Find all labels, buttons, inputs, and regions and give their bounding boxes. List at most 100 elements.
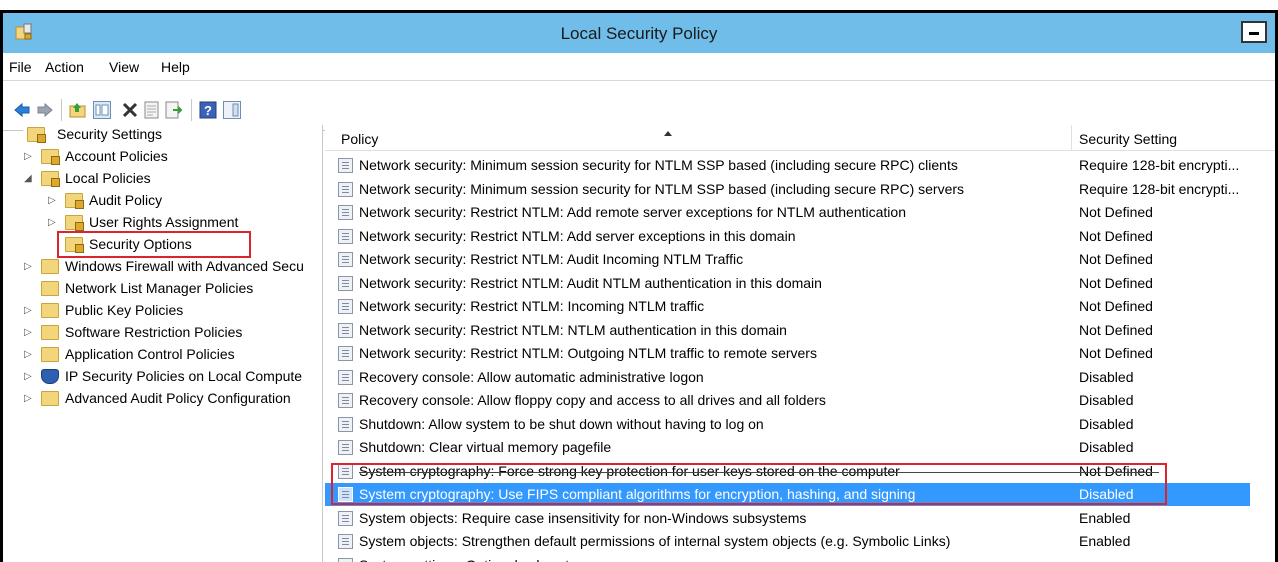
policy-setting-icon [338, 228, 353, 244]
policy-setting-icon [338, 275, 353, 291]
toolbar-separator [61, 99, 62, 121]
collapsed-arrow-icon[interactable]: ▷ [24, 327, 32, 338]
collapsed-arrow-icon[interactable]: ▷ [24, 371, 32, 382]
policy-setting-icon [338, 299, 353, 314]
local-security-policy-window: Local Security Policy File Action View H… [0, 10, 1278, 562]
sort-ascending-icon [664, 131, 672, 136]
policy-setting-icon [338, 416, 353, 432]
policy-name: Network security: Restrict NTLM: Incomin… [359, 298, 705, 314]
policy-setting-value: Disabled [1079, 368, 1134, 385]
expanded-arrow-icon[interactable]: ◢ [24, 173, 32, 184]
policy-name: Network security: Restrict NTLM: Outgoin… [359, 345, 817, 361]
policy-row[interactable]: Network security: Restrict NTLM: Add rem… [325, 201, 1250, 224]
policy-setting-value: Not Defined [1079, 298, 1153, 314]
back-arrow-icon[interactable] [13, 101, 31, 119]
policy-row[interactable]: Network security: Restrict NTLM: Audit I… [325, 248, 1250, 271]
menu-file[interactable]: File [9, 59, 32, 75]
menu-view[interactable]: View [109, 59, 139, 75]
delete-icon[interactable] [121, 101, 139, 119]
policy-row[interactable]: System settings: Optional subsystems [325, 554, 1250, 562]
policy-row[interactable]: Recovery console: Allow floppy copy and … [325, 389, 1250, 412]
folder-icon [41, 303, 59, 318]
collapsed-arrow-icon[interactable]: ▷ [48, 217, 56, 228]
help-icon[interactable]: ? [199, 101, 217, 119]
forward-arrow-icon[interactable] [36, 101, 54, 119]
policy-setting-value: Not Defined [1079, 321, 1153, 338]
show-hide-tree-icon[interactable] [93, 101, 111, 119]
policy-row[interactable]: Shutdown: Clear virtual memory pagefile D… [325, 436, 1250, 459]
column-divider[interactable] [1071, 125, 1072, 151]
policy-row[interactable]: Network security: Restrict NTLM: Outgoin… [325, 342, 1250, 365]
policy-name: Network security: Minimum session securi… [359, 157, 958, 173]
policy-row[interactable]: System objects: Require case insensitivi… [325, 507, 1250, 530]
column-header-policy[interactable]: Policy [341, 131, 378, 147]
tree-item-label: Account Policies [65, 148, 168, 164]
show-hide-action-pane-icon[interactable] [223, 101, 241, 119]
column-header-security-setting[interactable]: Security Setting [1079, 131, 1177, 147]
policy-row[interactable]: Network security: Restrict NTLM: Incomin… [325, 295, 1250, 318]
window-title: Local Security Policy [560, 24, 718, 43]
folder-icon [41, 281, 59, 296]
collapsed-arrow-icon[interactable]: ▷ [24, 349, 32, 360]
policy-setting-icon [338, 181, 353, 197]
title-bar[interactable]: Local Security Policy [3, 13, 1275, 53]
policy-name: Shutdown: Allow system to be shut down w… [359, 415, 764, 432]
policy-setting-value: Enabled [1079, 509, 1131, 526]
properties-icon[interactable] [143, 101, 161, 119]
tree-item-label: Windows Firewall with Advanced Secu [65, 258, 304, 274]
policy-name: System objects: Strengthen default permi… [359, 533, 951, 549]
menu-bar: File Action View Help [3, 53, 1275, 81]
secure-folder-icon [65, 215, 84, 231]
policy-setting-icon [338, 158, 353, 173]
policy-setting-icon [338, 510, 353, 526]
policy-name: Network security: Restrict NTLM: Add rem… [359, 204, 906, 220]
folder-icon [41, 325, 59, 340]
tree-item-label: Audit Policy [89, 192, 163, 208]
tree-item-label: Application Control Policies [65, 346, 235, 362]
tree-item-label: Network List Manager Policies [65, 280, 254, 296]
folder-icon [41, 259, 59, 274]
policy-name: Shutdown: Clear virtual memory pagefile [359, 439, 612, 455]
policy-setting-value: Disabled [1079, 392, 1134, 408]
folder-icon [41, 391, 59, 406]
collapsed-arrow-icon[interactable]: ▷ [48, 195, 56, 206]
policy-row[interactable]: Network security: Minimum session securi… [325, 178, 1250, 201]
policy-setting-icon [338, 252, 353, 267]
menu-help[interactable]: Help [161, 59, 190, 75]
collapsed-arrow-icon[interactable]: ▷ [24, 261, 32, 272]
minimize-icon [1249, 32, 1259, 35]
tree-item-label: User Rights Assignment [89, 214, 239, 230]
policy-setting-icon [338, 393, 353, 408]
policy-setting-value: Not Defined [1079, 204, 1153, 220]
policy-name: Network security: Restrict NTLM: Audit I… [359, 251, 744, 267]
policy-row[interactable]: Network security: Minimum session securi… [325, 154, 1250, 177]
policy-name: Recovery console: Allow floppy copy and … [359, 392, 826, 408]
policy-setting-icon [338, 440, 353, 455]
policy-setting-value: Disabled [1079, 415, 1134, 432]
policy-row[interactable]: Network security: Restrict NTLM: Add ser… [325, 225, 1250, 248]
navigation-tree[interactable]: Security Settings ▷ Account Policies ◢ Loca… [23, 125, 323, 562]
menu-action[interactable]: Action [45, 59, 84, 75]
policy-row[interactable]: System objects: Strengthen default permi… [325, 530, 1250, 553]
policy-name: Network security: Restrict NTLM: NTLM au… [359, 321, 787, 338]
collapsed-arrow-icon[interactable]: ▷ [24, 305, 32, 316]
policy-row[interactable]: Shutdown: Allow system to be shut down w… [325, 413, 1250, 436]
policy-setting-icon [338, 534, 353, 549]
secure-folder-icon [65, 193, 84, 209]
up-folder-icon[interactable] [69, 101, 87, 119]
secure-folder-icon [41, 149, 60, 165]
security-options-annotation-box [57, 231, 251, 258]
security-settings-icon [27, 127, 46, 143]
minimize-button[interactable] [1241, 21, 1267, 43]
collapsed-arrow-icon[interactable]: ▷ [24, 393, 32, 404]
policy-name: Network security: Restrict NTLM: Audit N… [359, 274, 822, 291]
policy-setting-icon [338, 557, 353, 562]
policy-setting-value: Require 128-bit encrypti... [1079, 180, 1240, 197]
policy-name: System settings: Optional subsystems [359, 557, 596, 562]
screen-top-strip [0, 0, 1278, 10]
policy-row[interactable]: Network security: Restrict NTLM: Audit N… [325, 272, 1250, 295]
export-list-icon[interactable] [165, 101, 183, 119]
collapsed-arrow-icon[interactable]: ▷ [24, 151, 32, 162]
policy-row[interactable]: Network security: Restrict NTLM: NTLM au… [325, 319, 1250, 342]
policy-row[interactable]: Recovery console: Allow automatic admini… [325, 366, 1250, 389]
